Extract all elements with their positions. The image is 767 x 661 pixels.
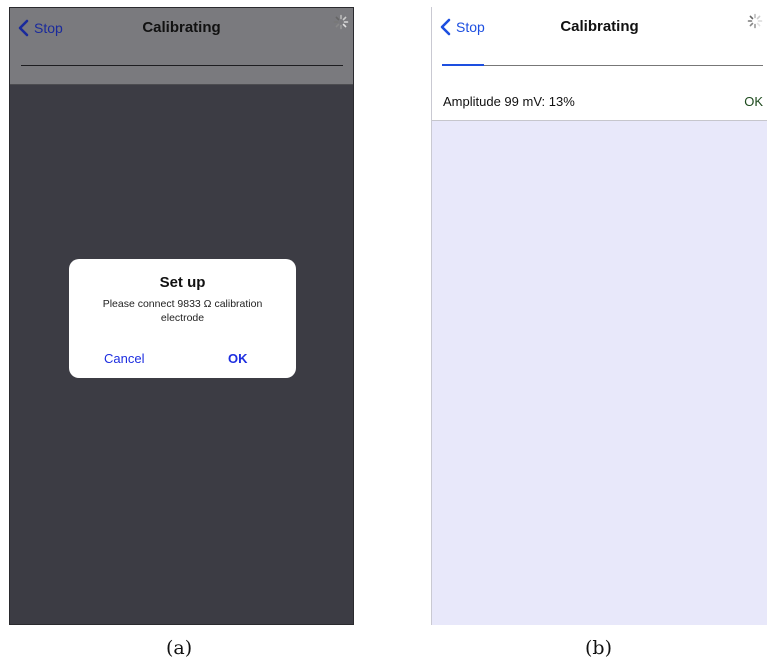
back-label: Stop: [34, 19, 63, 36]
navigation-bar: Stop Calibrating: [432, 7, 767, 47]
progress-fill: [442, 64, 484, 66]
caption-b: (b): [585, 637, 612, 659]
dialog-title: Set up: [159, 274, 206, 291]
dialog-message: Please connect 9833 Ω calibration electr…: [102, 298, 263, 324]
caption-a: (a): [166, 637, 193, 659]
progress-track: [21, 65, 343, 66]
chevron-left-icon: [18, 19, 29, 36]
nav-title: Calibrating: [560, 18, 639, 35]
list-item: Amplitude 99 mV: 13% OK: [432, 82, 767, 121]
phone-screen-a: Stop Calibrating Set up Please connect 9…: [9, 7, 354, 625]
phone-screen-b: Stop Calibrating Amplitude 99 mV: 13% OK: [431, 7, 767, 625]
ok-button[interactable]: OK: [228, 351, 248, 366]
progress-bar-area: [432, 46, 767, 82]
progress-track: [442, 64, 763, 66]
chevron-left-icon: [440, 18, 451, 35]
amplitude-label: Amplitude 99 mV: 13%: [443, 94, 575, 109]
status-label: OK: [744, 94, 763, 109]
progress-bar-area: [10, 47, 353, 85]
nav-title: Calibrating: [142, 19, 221, 36]
navigation-bar: Stop Calibrating: [10, 8, 353, 48]
cancel-button[interactable]: Cancel: [104, 351, 144, 366]
setup-alert-dialog: Set up Please connect 9833 Ω calibration…: [69, 259, 296, 378]
activity-spinner-icon: [333, 14, 349, 30]
activity-spinner-icon: [747, 13, 763, 29]
back-label: Stop: [456, 18, 485, 35]
stop-back-button[interactable]: Stop: [16, 8, 63, 47]
stop-back-button[interactable]: Stop: [438, 7, 485, 46]
